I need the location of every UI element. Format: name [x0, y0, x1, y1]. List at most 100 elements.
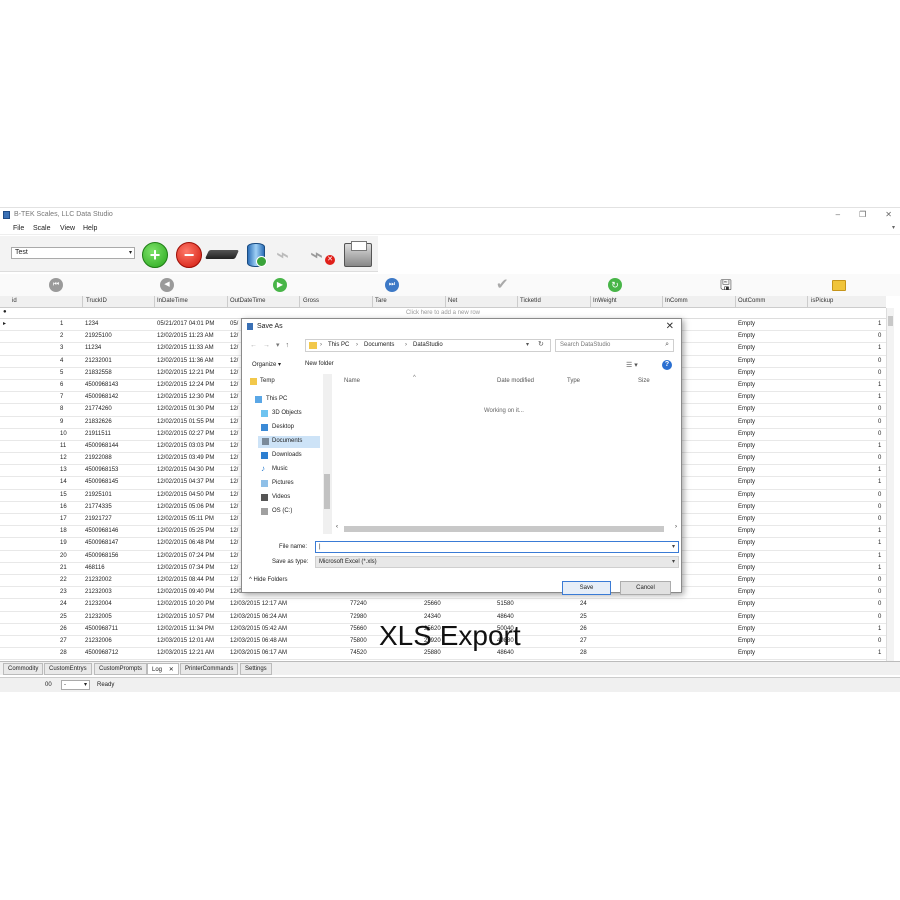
navigation-scrollbar[interactable] — [323, 374, 332, 534]
column-header-outcomm[interactable]: OutComm — [738, 298, 765, 304]
refresh-icon[interactable]: ↻ — [538, 340, 544, 348]
organize-button[interactable]: Organize ▾ — [252, 361, 281, 368]
menu-help[interactable]: Help — [83, 225, 97, 232]
nav-item-os-c[interactable]: OS (C:) — [261, 506, 292, 518]
cell-outdatetime: 12/03/2015 12:17 AM — [230, 601, 288, 608]
refresh-icon[interactable]: ↻ — [608, 278, 622, 292]
tab-customprompts[interactable]: CustomPrompts — [94, 663, 148, 675]
column-header-ticketid[interactable]: TicketId — [520, 298, 541, 304]
next-record-icon[interactable]: ▶ — [273, 278, 287, 292]
tab-printercommands[interactable]: PrinterCommands — [180, 663, 239, 675]
cell-outcomm: Empty — [738, 357, 756, 364]
tab-settings[interactable]: Settings — [240, 663, 272, 675]
maximize-button[interactable]: ❐ — [859, 210, 866, 219]
scale-icon[interactable] — [204, 250, 240, 259]
chevron-down-icon[interactable]: ▾ — [276, 342, 286, 349]
nav-item-label: This PC — [266, 396, 288, 402]
check-icon[interactable]: ✔ — [496, 277, 510, 292]
dialog-close-button[interactable]: ✕ — [666, 321, 674, 332]
address-bar[interactable]: › This PC › Documents › DataStudio — [305, 339, 551, 352]
breadcrumb-this-pc[interactable]: This PC — [328, 342, 349, 348]
menu-file[interactable]: File — [13, 225, 24, 232]
cell-truckid: 21925100 — [85, 333, 112, 340]
plug-icon[interactable]: ⌁ — [276, 244, 302, 266]
file-list-scrollbar[interactable]: ‹ › — [334, 524, 679, 534]
up-arrow-icon[interactable]: ↑ — [286, 342, 296, 349]
nav-item-this-pc[interactable]: This PC — [255, 394, 288, 406]
first-record-icon[interactable]: ⏮ — [49, 278, 63, 292]
save-type-select[interactable]: Microsoft Excel (*.xls) ▾ — [315, 556, 679, 568]
column-header-incomm[interactable]: InComm — [665, 298, 688, 304]
save-icon[interactable]: 🖫 — [720, 278, 734, 292]
column-header-indatetime[interactable]: InDateTime — [157, 298, 188, 304]
column-header-inweight[interactable]: InWeight — [593, 298, 617, 304]
breadcrumb-documents[interactable]: Documents — [364, 342, 394, 348]
status-select[interactable]: - ▾ — [61, 680, 90, 690]
cell-outdatetime: 12/ — [230, 467, 239, 474]
column-header-name[interactable]: Name — [344, 378, 360, 384]
cell-id: 12 — [60, 455, 67, 462]
minimize-button[interactable]: – — [836, 210, 840, 219]
address-dropdown-icon[interactable]: ▾ — [526, 341, 529, 348]
printer-icon[interactable] — [344, 241, 372, 267]
nav-item-music[interactable]: ♪ Music — [261, 464, 288, 476]
column-header-id[interactable]: id — [12, 298, 17, 304]
cancel-button[interactable]: Cancel — [620, 581, 671, 595]
hide-folders-button[interactable]: ^ Hide Folders — [249, 577, 288, 583]
nav-item-downloads[interactable]: Downloads — [261, 450, 302, 462]
column-header-date-modified[interactable]: Date modified — [497, 378, 534, 384]
menu-collapse-icon[interactable]: ▾ — [892, 224, 895, 231]
cell-outdatetime: 12/ — [230, 491, 239, 498]
new-folder-button[interactable]: New folder — [305, 361, 334, 367]
nav-item-desktop[interactable]: Desktop — [261, 422, 294, 434]
tab-commodity[interactable]: Commodity — [3, 663, 44, 675]
cell-outcomm: Empty — [738, 479, 756, 486]
profile-select[interactable]: Test ▾ — [11, 247, 135, 259]
remove-icon[interactable]: − — [176, 242, 202, 268]
cell-indatetime: 12/02/2015 12:30 PM — [157, 394, 215, 401]
search-input[interactable]: Search DataStudio ⌕ — [555, 339, 674, 352]
scrollbar-thumb[interactable] — [344, 526, 664, 532]
column-header-outdatetime[interactable]: OutDateTime — [230, 298, 265, 304]
help-icon[interactable]: ? — [662, 360, 672, 370]
table-row[interactable]: 24 21232004 12/02/2015 10:20 PM 12/03/2015 … — [0, 599, 886, 612]
cell-outcomm: Empty — [738, 394, 756, 401]
file-name-input[interactable]: | ▾ — [315, 541, 679, 553]
tab-close-icon[interactable]: ✕ — [169, 667, 174, 673]
dialog-title: Save As — [257, 323, 283, 330]
last-record-icon[interactable]: ⏭ — [385, 278, 399, 292]
grid-scrollbar[interactable] — [886, 308, 894, 666]
nav-item-3d-objects[interactable]: 3D Objects — [261, 408, 302, 420]
scrollbar-thumb[interactable] — [888, 316, 893, 326]
cell-outcomm: Empty — [738, 576, 756, 583]
folder-icon[interactable] — [832, 280, 846, 291]
column-header-type[interactable]: Type — [567, 378, 580, 384]
back-arrow-icon[interactable]: ← — [250, 342, 263, 349]
scrollbar-thumb[interactable] — [324, 474, 330, 509]
view-options-icon[interactable]: ☰ ▾ — [626, 361, 638, 369]
forward-arrow-icon[interactable]: → — [263, 342, 276, 349]
scroll-right-icon[interactable]: › — [675, 524, 677, 530]
tab-customentrys[interactable]: CustomEntrys — [44, 663, 92, 675]
close-button[interactable]: ✕ — [885, 210, 892, 219]
column-header-ispickup[interactable]: isPickup — [811, 298, 833, 304]
save-button[interactable]: Save — [562, 581, 611, 595]
tab-log[interactable]: Log ✕ — [147, 663, 179, 675]
nav-item-temp[interactable]: Temp — [250, 376, 275, 388]
menu-view[interactable]: View — [60, 225, 75, 232]
column-header-truckid[interactable]: TruckID — [86, 298, 107, 304]
nav-item-videos[interactable]: Videos — [261, 492, 290, 504]
nav-item-documents[interactable]: Documents — [258, 436, 320, 448]
menu-scale[interactable]: Scale — [33, 225, 51, 232]
cell-id: 7 — [60, 394, 64, 401]
add-icon[interactable]: + — [142, 242, 168, 268]
column-header-size[interactable]: Size — [638, 378, 650, 384]
cell-truckid: 21925101 — [85, 491, 112, 498]
previous-record-icon[interactable]: ◀ — [160, 278, 174, 292]
scroll-left-icon[interactable]: ‹ — [336, 524, 338, 530]
breadcrumb-datastudio[interactable]: DataStudio — [413, 342, 443, 348]
column-header-net[interactable]: Net — [448, 298, 457, 304]
nav-item-pictures[interactable]: Pictures — [261, 478, 294, 490]
column-header-tare[interactable]: Tare — [375, 298, 387, 304]
column-header-gross[interactable]: Gross — [303, 298, 319, 304]
